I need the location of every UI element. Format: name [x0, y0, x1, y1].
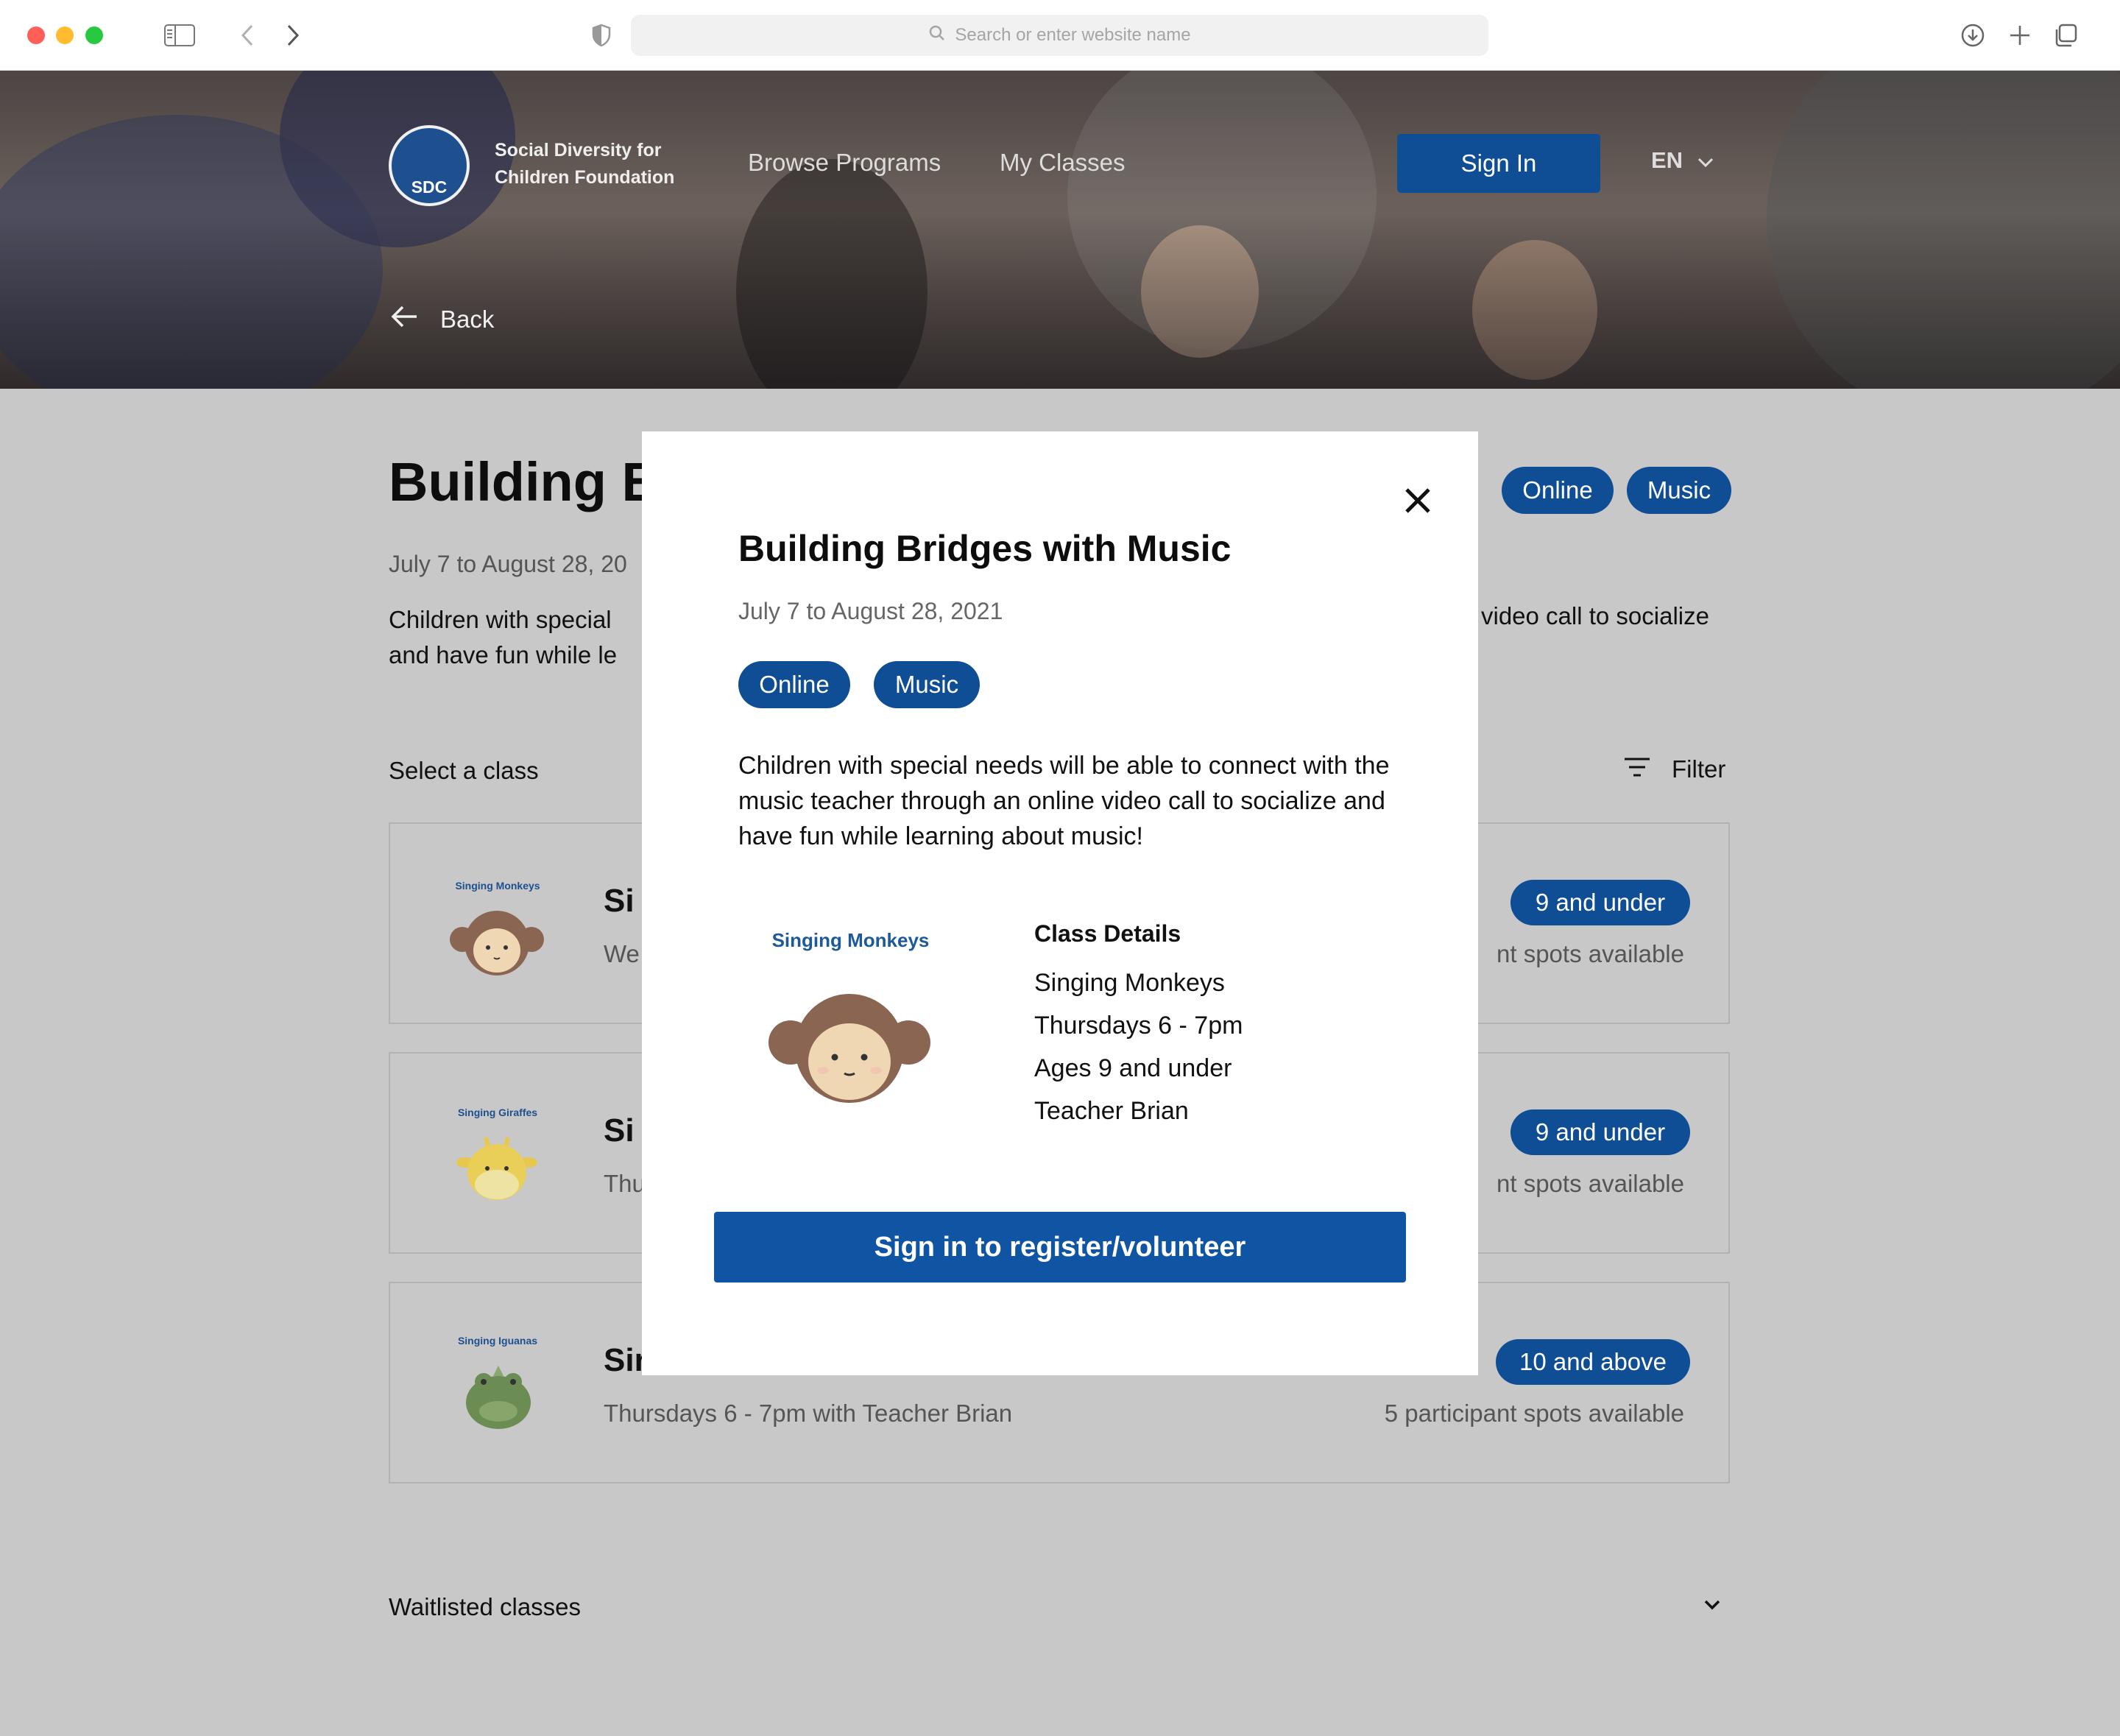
select-class-label: Select a class: [389, 757, 539, 784]
modal-date: July 7 to August 28, 2021: [738, 598, 1003, 624]
modal-description: Children with special needs will be able…: [738, 752, 1390, 850]
modal-title: Building Bridges with Music: [738, 528, 1232, 569]
program-description-right: video call to socialize: [1481, 602, 1709, 629]
tag-online: Online: [1502, 467, 1614, 514]
waitlisted-classes-toggle[interactable]: Waitlisted classes: [389, 1593, 581, 1621]
language-label: EN: [1651, 147, 1683, 173]
monkey-icon: [767, 989, 932, 1111]
age-badge: 9 and under: [1510, 880, 1690, 925]
org-name-line1: Social Diversity for: [495, 140, 662, 160]
sign-in-to-register-button[interactable]: Sign in to register/volunteer: [714, 1212, 1406, 1282]
maximize-window-button[interactable]: [85, 27, 103, 44]
back-link[interactable]: Back: [390, 305, 494, 334]
giraffe-icon: [456, 1132, 537, 1209]
iguana-icon: [458, 1360, 539, 1437]
detail-class-name: Singing Monkeys: [1034, 969, 1225, 997]
chevron-down-icon: [1697, 147, 1714, 174]
close-window-button[interactable]: [27, 27, 45, 44]
shield-icon[interactable]: [590, 22, 612, 49]
tabs-icon[interactable]: [2052, 22, 2079, 49]
chevron-down-icon[interactable]: [1703, 1599, 1721, 1615]
detail-schedule: Thursdays 6 - 7pm: [1034, 1012, 1243, 1040]
back-label: Back: [440, 306, 495, 333]
minimize-window-button[interactable]: [56, 27, 74, 44]
nav-browse-programs[interactable]: Browse Programs: [748, 149, 941, 177]
search-icon: [928, 24, 946, 47]
sidebar-icon[interactable]: [163, 24, 196, 47]
filter-label: Filter: [1672, 755, 1726, 783]
address-bar[interactable]: Search or enter website name: [631, 15, 1488, 56]
program-date: July 7 to August 28, 20: [389, 551, 627, 577]
class-schedule: Thu: [604, 1170, 646, 1197]
class-thumb-title: Singing Giraffes: [457, 1107, 538, 1118]
nav-my-classes[interactable]: My Classes: [1000, 149, 1126, 177]
modal-tag-music: Music: [874, 661, 980, 708]
language-selector[interactable]: EN: [1651, 147, 1714, 174]
spots-available: nt spots available: [1497, 940, 1684, 967]
class-name: Si: [604, 883, 635, 919]
download-icon[interactable]: [1960, 22, 1986, 49]
org-name: Social Diversity for Children Foundation: [495, 137, 716, 191]
org-name-line2: Children Foundation: [495, 167, 675, 188]
class-name: Sir: [604, 1342, 647, 1378]
class-details-heading: Class Details: [1034, 920, 1181, 947]
hero-shade: [0, 71, 2120, 389]
arrow-left-icon: [390, 305, 418, 334]
spots-available: 5 participant spots available: [1384, 1400, 1684, 1427]
browser-toolbar: Search or enter website name: [0, 0, 2120, 71]
class-schedule: We: [604, 940, 640, 967]
modal-tag-online: Online: [738, 661, 850, 708]
close-icon[interactable]: [1400, 483, 1435, 518]
class-thumb-title: Singing Iguanas: [457, 1335, 538, 1347]
class-name: Si: [604, 1112, 635, 1148]
spots-available: nt spots available: [1497, 1170, 1684, 1197]
monkey-icon: [449, 906, 545, 984]
detail-ages: Ages 9 and under: [1034, 1054, 1232, 1082]
filter-button[interactable]: Filter: [1623, 755, 1725, 783]
back-chevron-icon[interactable]: [237, 22, 258, 49]
plus-icon[interactable]: [2007, 22, 2033, 49]
program-title: Building B: [389, 451, 661, 512]
class-thumb-title: Singing Monkeys: [455, 880, 540, 892]
sdc-logo[interactable]: SDC: [389, 125, 470, 206]
class-schedule: Thursdays 6 - 7pm with Teacher Brian: [604, 1400, 1013, 1427]
age-badge: 10 and above: [1496, 1339, 1690, 1385]
logo-text: SDC: [411, 177, 448, 197]
sign-in-button[interactable]: Sign In: [1397, 134, 1600, 193]
modal-class-thumb-title: Singing Monkeys: [771, 929, 930, 951]
forward-chevron-icon[interactable]: [283, 22, 303, 49]
age-badge: 9 and under: [1510, 1109, 1690, 1155]
filter-icon: [1623, 755, 1651, 783]
tag-music: Music: [1627, 467, 1731, 514]
address-placeholder: Search or enter website name: [955, 25, 1191, 45]
detail-teacher: Teacher Brian: [1034, 1097, 1189, 1125]
hero-banner: SDC Social Diversity for Children Founda…: [0, 71, 2120, 389]
